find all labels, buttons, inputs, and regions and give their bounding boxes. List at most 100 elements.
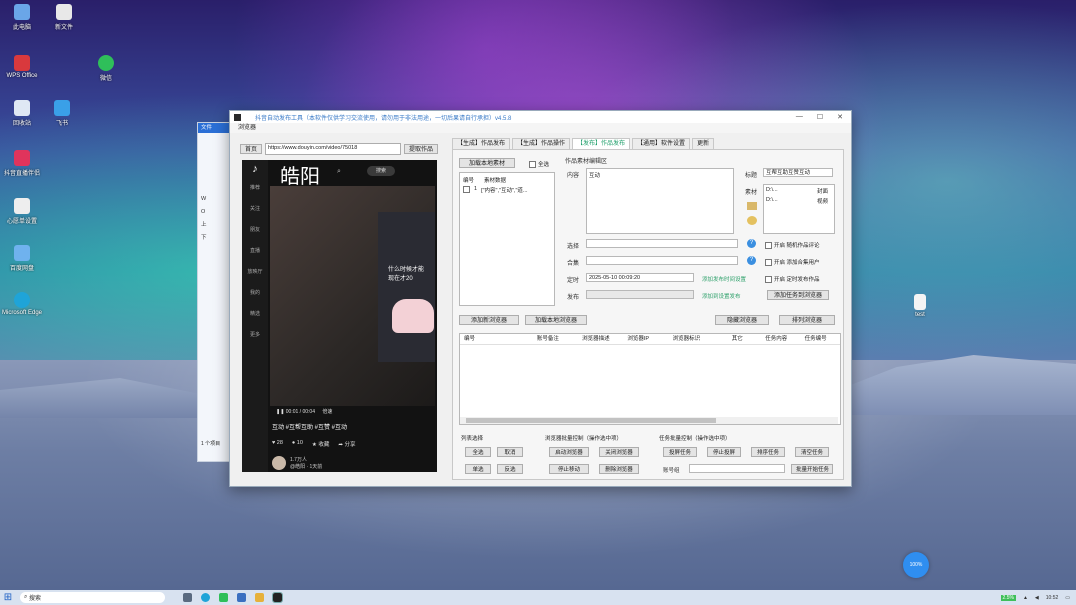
desktop-icon-edge[interactable]: Microsoft Edge xyxy=(0,292,44,316)
browser-table[interactable]: 编号 账号备注 浏览器描述 浏览器IP 浏览器标识 其它 任务内容 任务编号 xyxy=(459,333,841,425)
video-player[interactable]: 什么时候才能 现在才20 xyxy=(270,186,435,406)
list-item[interactable]: 1 ["内容","互动","道... xyxy=(460,186,554,194)
battery-icon[interactable]: 2.5% xyxy=(1000,594,1016,601)
chrome-icon[interactable] xyxy=(219,593,228,602)
arrange-browser-button[interactable]: 排列浏览器 xyxy=(779,315,835,325)
tab-publish[interactable]: 【发布】作品发布 xyxy=(572,138,631,149)
start-batch-task-button[interactable]: 批量开始任务 xyxy=(791,464,833,474)
sort-task-button[interactable]: 排序任务 xyxy=(751,447,785,457)
close-browser-button[interactable]: 关闭浏览器 xyxy=(599,447,639,457)
video-tags[interactable]: 互动 #互帮互助 #互赞 #互动 xyxy=(272,422,347,431)
search-button[interactable]: 搜索 xyxy=(367,166,395,176)
floating-badge[interactable]: 100% xyxy=(903,552,929,578)
list-single-button[interactable]: 单选 xyxy=(465,464,491,474)
row-checkbox[interactable] xyxy=(463,186,470,193)
stop-cast-button[interactable]: 停止投屏 xyxy=(707,447,741,457)
desktop-icon-recycle[interactable]: 回收站 xyxy=(0,100,44,127)
desktop-icon-test-file[interactable]: test xyxy=(898,294,942,318)
favorite-button[interactable]: ★ 收藏 xyxy=(312,440,329,448)
sidebar-item[interactable]: 精选 xyxy=(242,310,268,322)
maximize-icon[interactable]: ☐ xyxy=(817,113,823,121)
list-invert-button[interactable]: 反选 xyxy=(497,464,523,474)
pause-icon[interactable]: ❚❚ xyxy=(276,409,284,415)
help-icon[interactable]: ? xyxy=(747,256,756,265)
stop-move-button[interactable]: 停止移动 xyxy=(549,464,589,474)
url-input[interactable]: https://www.douyin.com/video/75018 xyxy=(265,143,401,155)
list-item[interactable]: D:\... 封面 xyxy=(764,185,834,195)
material-list[interactable]: 编号 素材数据 1 ["内容","互动","道... xyxy=(459,172,555,306)
clock[interactable]: 10:52 xyxy=(1046,595,1059,601)
edge-icon[interactable] xyxy=(201,593,210,602)
desktop-icon-wechat[interactable]: 微信 xyxy=(84,55,128,82)
app-taskbar-icon[interactable] xyxy=(272,592,283,603)
sidebar-item[interactable]: 我的 xyxy=(242,289,268,301)
explorer-icon[interactable] xyxy=(237,593,246,602)
sidebar-item[interactable]: 直播 xyxy=(242,247,268,259)
volume-icon[interactable]: ◀ xyxy=(1035,595,1039,601)
search-icon[interactable]: ⌕ xyxy=(337,168,363,177)
list-item[interactable]: D:\... 视频 xyxy=(764,195,834,205)
emoji-icon[interactable] xyxy=(747,216,757,225)
desktop-icon-wps[interactable]: WPS Office xyxy=(0,55,44,79)
content-textarea[interactable]: 互动 xyxy=(586,168,734,234)
taskbar-search[interactable]: ⌕ 搜索 xyxy=(20,592,165,603)
folder-icon[interactable] xyxy=(747,202,757,210)
task-view-icon[interactable] xyxy=(183,593,192,602)
add-schedule-link[interactable]: 添加发布时间设置 xyxy=(702,275,746,283)
minimize-icon[interactable]: — xyxy=(796,113,803,121)
desktop-icon-baidu[interactable]: 百度网盘 xyxy=(0,245,44,272)
add-browser-button[interactable]: 添加新浏览器 xyxy=(459,315,519,325)
collection-input[interactable] xyxy=(586,256,738,265)
collection-user-checkbox[interactable]: 开启 添加合集用户 xyxy=(765,258,820,266)
tab-settings[interactable]: 【通用】软件设置 xyxy=(632,138,691,149)
list-select-all-button[interactable]: 全选 xyxy=(465,447,491,457)
folder-icon[interactable] xyxy=(255,593,264,602)
menu-browser[interactable]: 浏览器 xyxy=(230,123,851,133)
comment-button[interactable]: ● 10 xyxy=(292,440,303,448)
desktop-icon-douyin-live[interactable]: 抖音直播伴侣 xyxy=(0,150,44,177)
visibility-select[interactable] xyxy=(586,290,694,299)
douyin-logo-icon[interactable]: ♪ xyxy=(242,160,268,175)
schedule-publish-checkbox[interactable]: 开启 定时发布作品 xyxy=(765,275,820,283)
speed-button[interactable]: 倍速 xyxy=(322,409,332,415)
random-comment-checkbox[interactable]: 开启 随机作品评论 xyxy=(765,241,820,249)
select-all-checkbox[interactable]: 全选 xyxy=(529,160,549,168)
cast-task-button[interactable]: 投屏任务 xyxy=(663,447,697,457)
desktop-icon-feishu[interactable]: 飞书 xyxy=(40,100,84,127)
sidebar-item[interactable]: 朋友 xyxy=(242,226,268,238)
close-icon[interactable]: ✕ xyxy=(837,113,843,121)
start-browser-button[interactable]: 启动浏览器 xyxy=(549,447,589,457)
tab-generate-operate[interactable]: 【生成】作品操作 xyxy=(512,138,571,149)
desktop-icon-newfile[interactable]: 新文件 xyxy=(42,4,86,31)
tab-update[interactable]: 更新 xyxy=(692,138,715,149)
hide-browser-button[interactable]: 隐藏浏览器 xyxy=(715,315,769,325)
sidebar-item[interactable]: 关注 xyxy=(242,205,268,217)
location-input[interactable] xyxy=(586,239,738,248)
horizontal-scrollbar[interactable] xyxy=(460,417,838,424)
list-cancel-button[interactable]: 取消 xyxy=(497,447,523,457)
avatar[interactable] xyxy=(272,456,286,470)
material-files[interactable]: D:\... 封面 D:\... 视频 xyxy=(763,184,835,234)
share-button[interactable]: ➦ 分享 xyxy=(338,440,355,448)
network-icon[interactable]: ▲ xyxy=(1023,595,1028,601)
start-icon[interactable]: ⊞ xyxy=(0,590,16,605)
home-button[interactable]: 首页 xyxy=(240,144,263,154)
author-row[interactable]: 1.7万人 @皓阳 · 1天前 xyxy=(272,456,322,470)
desktop-icon-computer[interactable]: 此电脑 xyxy=(0,4,44,31)
add-task-to-browser-button[interactable]: 添加任务到浏览器 xyxy=(767,290,829,300)
delete-browser-button[interactable]: 删除浏览器 xyxy=(599,464,639,474)
load-material-button[interactable]: 加载本地素材 xyxy=(459,158,515,168)
scroll-thumb[interactable] xyxy=(466,418,716,423)
clear-task-button[interactable]: 清空任务 xyxy=(795,447,829,457)
desktop-icon-doc[interactable]: 心愿单设置 xyxy=(0,198,44,225)
account-group-select[interactable] xyxy=(689,464,785,473)
schedule-datetime[interactable]: 2025-05-10 00:09:20 xyxy=(586,273,694,282)
app-window[interactable]: 抖音自动发布工具（本软件仅供学习交流使用，请勿用于非法用途，一切后果请自行承担）… xyxy=(229,110,852,487)
notification-icon[interactable]: ▭ xyxy=(1065,595,1070,601)
add-visibility-link[interactable]: 添加到设置发布 xyxy=(702,292,741,300)
tab-generate-publish[interactable]: 【生成】作品发布 xyxy=(452,138,511,149)
sidebar-item[interactable]: 更多 xyxy=(242,331,268,343)
like-button[interactable]: ♥ 28 xyxy=(272,440,283,448)
video-controls[interactable]: ❚❚ 00:01 / 00:04 倍速 xyxy=(270,406,435,418)
title-input[interactable]: 互帮互助互赞互动 xyxy=(763,168,833,177)
